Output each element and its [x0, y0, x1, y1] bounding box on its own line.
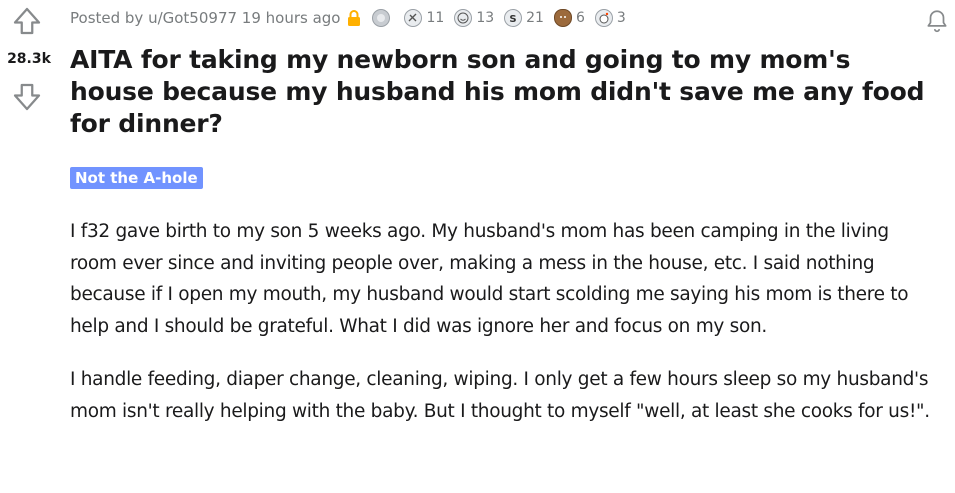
award-count: 13: [476, 10, 495, 26]
notification-bell-icon[interactable]: [922, 6, 952, 36]
post-flair[interactable]: Not the A-hole: [70, 167, 203, 189]
post-title[interactable]: AITA for taking my newborn son and going…: [70, 44, 940, 140]
posted-by-text[interactable]: Posted by u/Got50977 19 hours ago: [70, 9, 340, 27]
award-silver[interactable]: [372, 9, 394, 27]
award-count: 11: [426, 10, 445, 26]
award-count: 6: [575, 10, 585, 26]
post-body: I f32 gave birth to my son 5 weeks ago. …: [70, 216, 940, 449]
upvote-arrow-icon[interactable]: [10, 4, 44, 38]
vote-count: 28.3k: [7, 51, 51, 67]
award-wholesome[interactable]: 3: [594, 9, 626, 27]
smile-award-icon: [454, 9, 473, 27]
silver-award-icon: [372, 9, 391, 27]
award-s[interactable]: S 21: [504, 9, 544, 27]
award-smile[interactable]: 13: [454, 9, 494, 27]
lock-icon: [346, 9, 362, 27]
s-award-icon: S: [504, 9, 523, 27]
post-paragraph: I f32 gave birth to my son 5 weeks ago. …: [70, 221, 909, 337]
svg-text:S: S: [510, 14, 517, 24]
award-bear[interactable]: 6: [553, 9, 585, 27]
bear-award-icon: [553, 9, 572, 27]
post-paragraph: I handle feeding, diaper change, cleanin…: [70, 369, 930, 422]
post-meta: Posted by u/Got50977 19 hours ago 11 13 …: [70, 6, 626, 30]
award-count: 21: [526, 10, 544, 26]
award-count: 3: [616, 10, 626, 26]
downvote-arrow-icon[interactable]: [10, 80, 44, 114]
award-helpful[interactable]: 11: [404, 9, 444, 27]
wholesome-award-icon: [594, 9, 613, 27]
helpful-award-icon: [404, 9, 423, 27]
